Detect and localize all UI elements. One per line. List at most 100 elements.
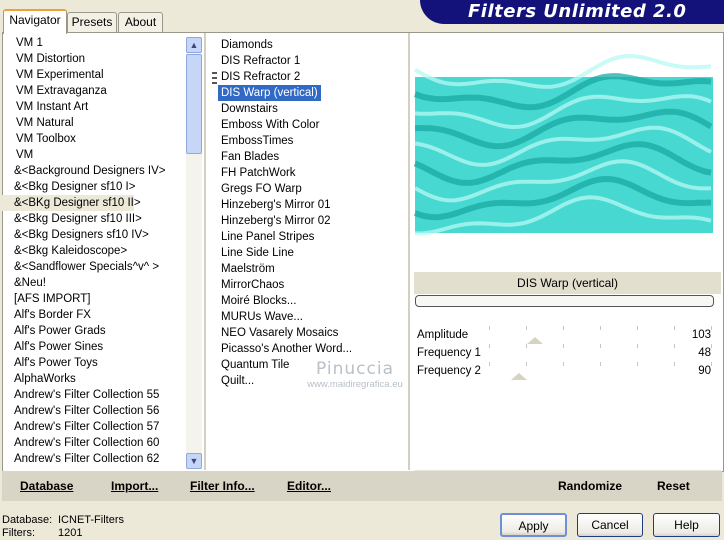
slider-tick [489,362,490,366]
randomize-button[interactable]: Randomize [558,479,622,493]
filter-item[interactable]: MirrorChaos [218,277,408,293]
title-banner: Filters Unlimited 2.0 [420,0,724,24]
preview-image [413,53,713,236]
category-item[interactable]: VM [2,147,186,163]
category-item[interactable]: &<Sandflower Specials^v^ > [2,259,186,275]
category-item[interactable]: &<Bkg Kaleidoscope> [2,243,186,259]
editor-button[interactable]: Editor... [287,479,331,493]
watermark-url: www.maidiregrafica.eu [307,379,403,390]
filter-item[interactable]: MURUs Wave... [218,309,408,325]
app-title: Filters Unlimited 2.0 [468,1,687,22]
scroll-thumb[interactable] [186,54,202,154]
slider-tick [563,326,564,330]
category-item[interactable]: &<Background Designers IV> [2,163,186,179]
slider-tick [711,362,712,366]
filter-item[interactable]: Moiré Blocks... [218,293,408,309]
param-label: Frequency 2 [417,365,481,377]
filter-item[interactable]: Maelström [218,261,408,277]
category-list[interactable]: VM 1 VM Distortion VM Experimental VM Extra… [2,35,186,469]
slider-tick [563,362,564,366]
category-item[interactable]: &<Bkg Designers sf10 IV> [2,227,186,243]
slider-tick [526,362,527,366]
category-item[interactable]: Alf's Power Grads [2,323,186,339]
filter-item[interactable]: EmbossTimes [218,133,408,149]
slider-tick [711,326,712,330]
database-button[interactable]: Database [20,479,73,493]
scroll-up-icon[interactable]: ▲ [186,37,202,53]
slider-tick [637,344,638,348]
category-item[interactable]: VM Experimental [2,67,186,83]
slider-tick [637,326,638,330]
param-empty-row [414,434,721,453]
category-item[interactable]: VM Instant Art [2,99,186,115]
slider-thumb-icon[interactable] [511,373,527,380]
category-scrollbar[interactable]: ▲ ▼ [186,37,202,469]
reset-button[interactable]: Reset [657,479,690,493]
filter-item[interactable]: Emboss With Color [218,117,408,133]
filter-item[interactable]: DIS Refractor 1 [218,53,408,69]
category-item[interactable]: Alf's Power Toys [2,355,186,371]
param-label: Frequency 1 [417,347,481,359]
tab-navigator[interactable]: Navigator [3,9,67,34]
slider-tick [489,344,490,348]
filter-item[interactable]: DIS Warp (vertical) [218,85,321,101]
slider-tick [637,362,638,366]
filter-item[interactable]: FH PatchWork [218,165,408,181]
scroll-down-icon[interactable]: ▼ [186,453,202,469]
cancel-button[interactable]: Cancel [577,513,643,537]
param-empty-row [414,452,721,471]
filter-item[interactable]: Diamonds [218,37,408,53]
category-item[interactable]: AlphaWorks [2,371,186,387]
category-item[interactable]: Andrew's Filter Collection 57 [2,419,186,435]
help-button[interactable]: Help [653,513,720,537]
param-amplitude[interactable]: Amplitude 103 [414,326,721,345]
filter-item[interactable]: Hinzeberg's Mirror 01 [218,197,408,213]
filter-item[interactable]: NEO Vasarely Mosaics [218,325,408,341]
slider-thumb-icon[interactable] [527,337,543,344]
param-value: 48 [698,347,711,359]
filter-info-button[interactable]: Filter Info... [190,479,255,493]
grip-icon [212,72,217,84]
param-frequency-2[interactable]: Frequency 2 90 [414,362,721,381]
category-item[interactable]: Alf's Power Sines [2,339,186,355]
slider-tick [600,362,601,366]
category-item[interactable]: VM Toolbox [2,131,186,147]
filter-item[interactable]: Hinzeberg's Mirror 02 [218,213,408,229]
param-value: 103 [691,329,711,341]
category-item[interactable]: Andrew's Filter Collection 55 [2,387,186,403]
filter-item[interactable]: Fan Blades [218,149,408,165]
param-label: Amplitude [417,329,469,341]
tab-presets[interactable]: Presets [67,12,117,32]
tab-about[interactable]: About [118,12,163,32]
category-item[interactable]: &<Bkg Designer sf10 III> [2,211,186,227]
category-item[interactable]: VM Extravaganza [2,83,186,99]
category-item[interactable]: VM 1 [2,35,186,51]
import-button[interactable]: Import... [111,479,158,493]
slider-tick [674,344,675,348]
category-item[interactable]: VM Distortion [2,51,186,67]
slider-tick [600,344,601,348]
preview-area [411,35,721,270]
category-item[interactable]: &<Bkg Designer sf10 I> [2,179,186,195]
category-item[interactable]: VM Natural [2,115,186,131]
filter-item[interactable]: Gregs FO Warp [218,181,408,197]
filter-item[interactable]: Line Panel Stripes [218,229,408,245]
filter-item[interactable]: DIS Refractor 2 [218,69,408,85]
category-item[interactable]: Andrew's Filter Collection 62 [2,451,186,467]
category-item[interactable]: Alf's Border FX [2,307,186,323]
database-value: ICNET-Filters [58,514,124,526]
category-item[interactable]: &Neu! [2,275,186,291]
category-item[interactable]: Andrew's Filter Collection 60 [2,435,186,451]
apply-button[interactable]: Apply [500,513,567,537]
slider-tick [526,344,527,348]
filter-item[interactable]: Picasso's Another Word... [218,341,408,357]
filter-item[interactable]: Line Side Line [218,245,408,261]
slider-tick [600,326,601,330]
filter-list[interactable]: Diamonds DIS Refractor 1 DIS Refractor 2 DI… [218,37,408,469]
filter-item[interactable]: Downstairs [218,101,408,117]
category-item[interactable]: Andrew's Filter Collection 56 [2,403,186,419]
category-item[interactable]: [AFS IMPORT] [2,291,186,307]
filters-count: 1201 [58,527,83,539]
param-frequency-1[interactable]: Frequency 1 48 [414,344,721,363]
category-item[interactable]: &<BKg Designer sf10 II> [2,195,141,211]
